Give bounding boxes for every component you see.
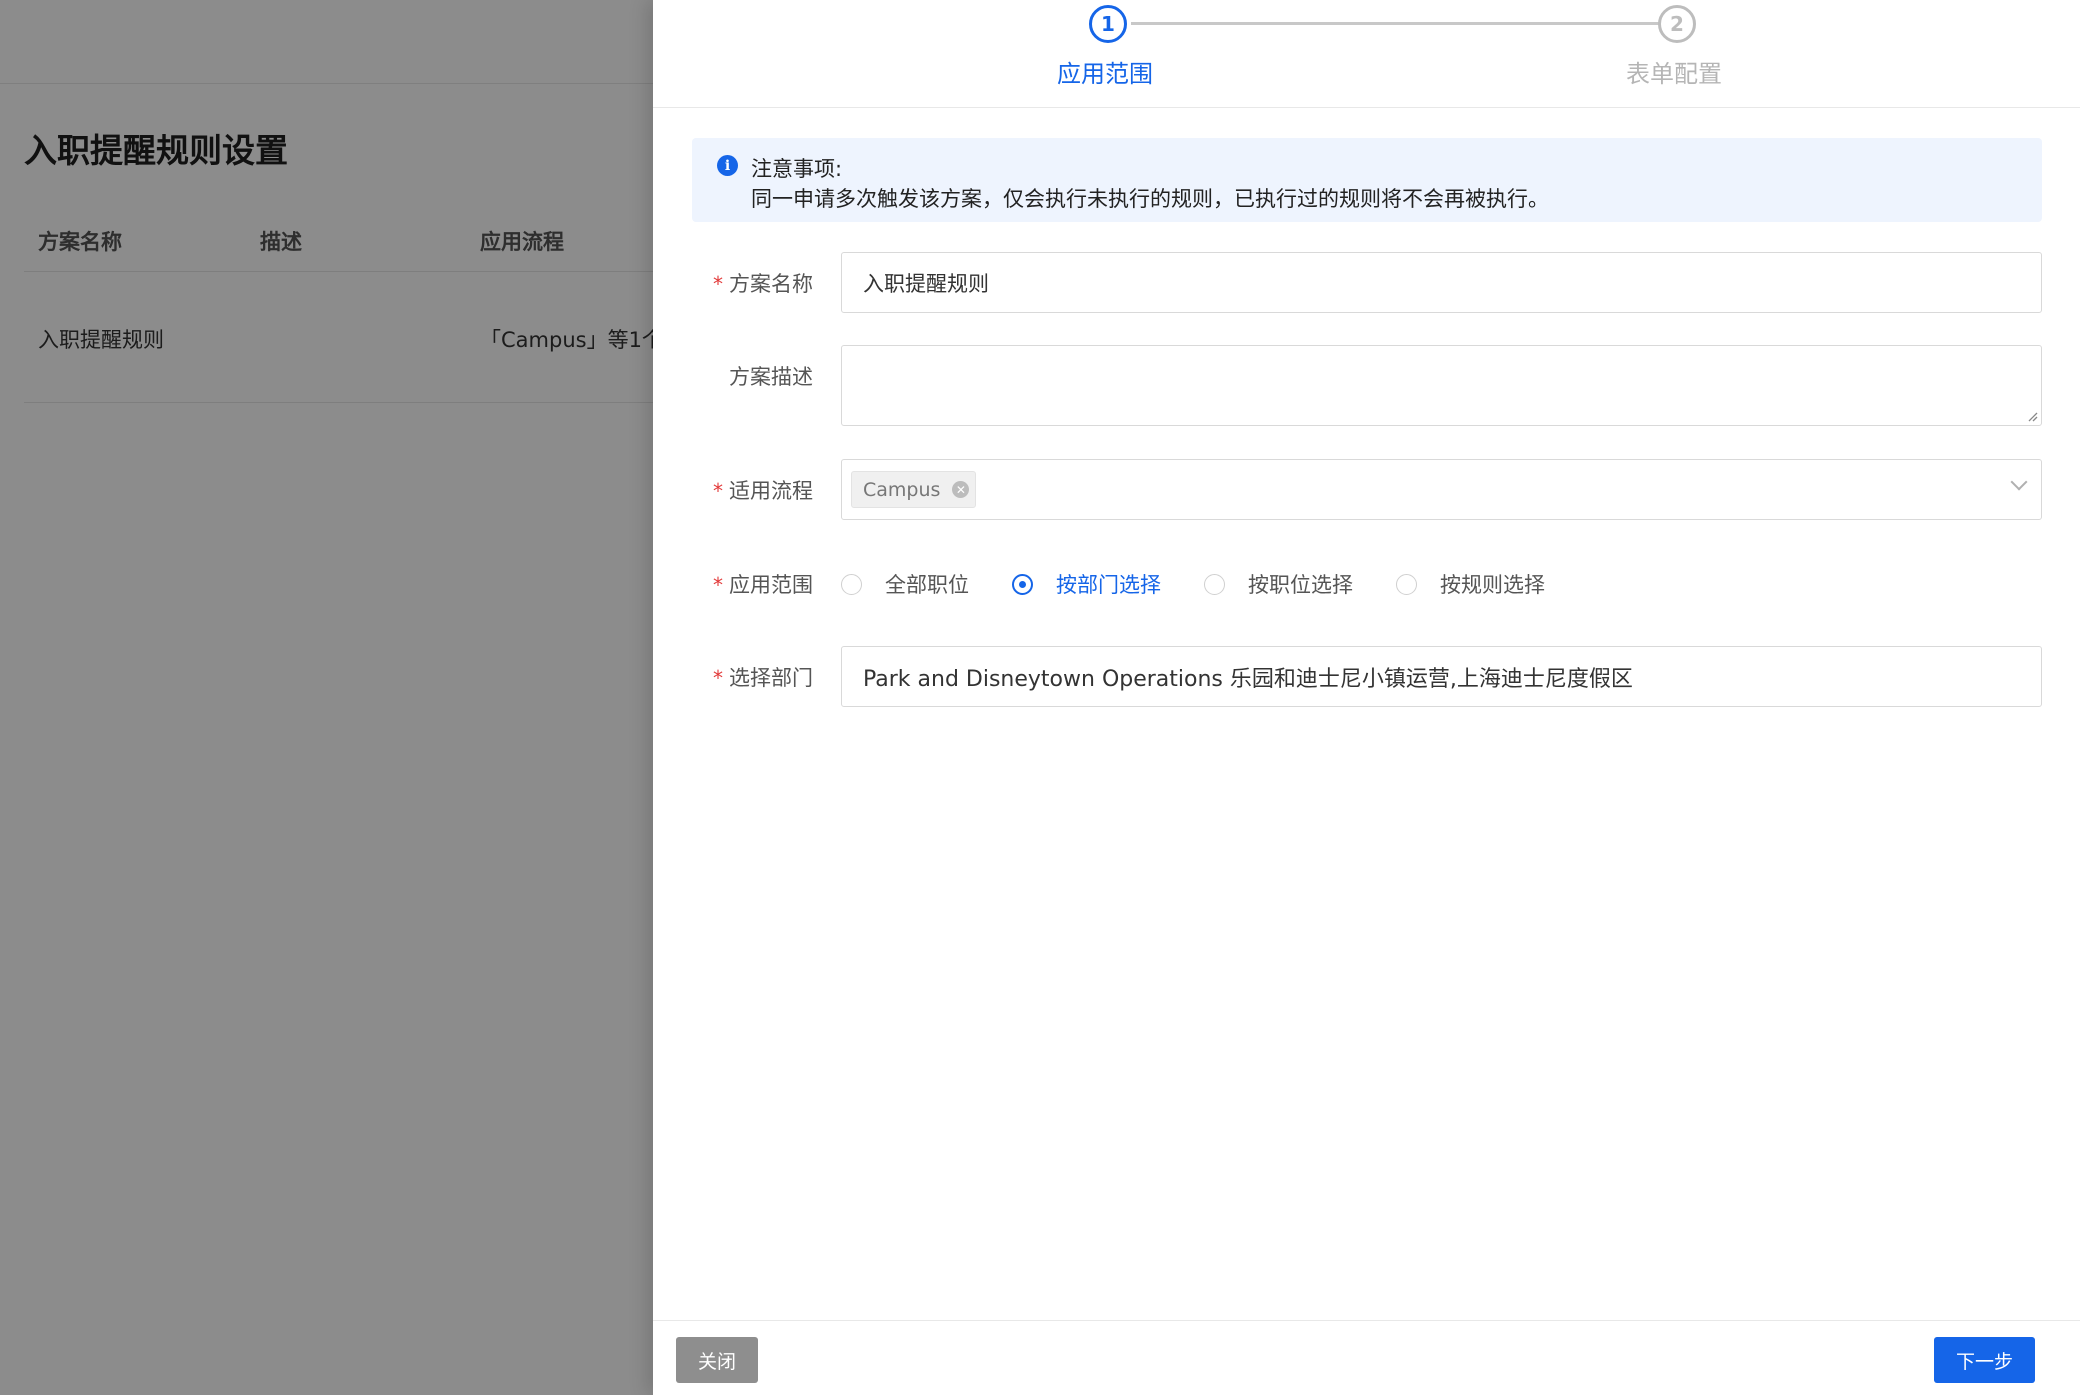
radio-circle[interactable] — [841, 573, 862, 595]
department-input[interactable]: Park and Disneytown Operations 乐园和迪士尼小镇运… — [841, 646, 2042, 707]
plan-name-label: * 方案名称 — [713, 272, 813, 296]
rule-drawer: 1 应用范围 2 表单配置 i 注意事项: 同一申请多次触发该方案，仅会执行未执… — [653, 0, 2080, 1395]
next-button[interactable]: 下一步 — [1934, 1337, 2035, 1383]
step-connector — [1131, 22, 1668, 25]
chevron-down-icon[interactable] — [2010, 473, 2028, 491]
process-select[interactable]: Campus ✕ — [841, 459, 2042, 520]
radio-by-department[interactable]: 按部门选择 — [1012, 569, 1161, 599]
radio-all-positions[interactable]: 全部职位 — [841, 569, 969, 599]
plan-desc-label: 方案描述 — [729, 365, 813, 389]
drawer-footer: 关闭 下一步 — [653, 1320, 2080, 1395]
alert-title: 注意事项: — [751, 157, 843, 181]
step-1-label[interactable]: 应用范围 — [1057, 54, 1153, 89]
app-window: 入职提醒规则设置 方案名称 描述 应用流程 入职提醒规则 「Campus」等1个… — [0, 0, 2080, 1395]
plan-name-input[interactable]: 入职提醒规则 — [841, 252, 2042, 313]
alert-text: 同一申请多次触发该方案，仅会执行未执行的规则，已执行过的规则将不会再被执行。 — [751, 187, 1549, 211]
radio-circle[interactable] — [1396, 573, 1417, 595]
info-icon: i — [717, 155, 738, 176]
process-label: * 适用流程 — [713, 479, 813, 503]
radio-by-rule[interactable]: 按规则选择 — [1396, 569, 1545, 599]
steps-bar: 1 应用范围 2 表单配置 — [653, 0, 2080, 108]
radio-circle[interactable] — [1204, 573, 1225, 595]
process-tag: Campus ✕ — [851, 471, 977, 508]
department-label: * 选择部门 — [713, 666, 813, 690]
step-2-icon: 2 — [1658, 5, 1696, 43]
close-button[interactable]: 关闭 — [676, 1337, 758, 1383]
notice-alert: i 注意事项: 同一申请多次触发该方案，仅会执行未执行的规则，已执行过的规则将不… — [692, 138, 2042, 222]
scope-label: * 应用范围 — [713, 573, 813, 597]
step-1-icon: 1 — [1089, 5, 1127, 43]
close-icon[interactable]: ✕ — [952, 481, 970, 498]
radio-circle-checked[interactable] — [1012, 573, 1033, 595]
radio-by-position[interactable]: 按职位选择 — [1204, 569, 1353, 599]
plan-desc-textarea[interactable] — [841, 345, 2042, 426]
step-2-label[interactable]: 表单配置 — [1626, 54, 1722, 89]
resize-grip-icon[interactable] — [2026, 410, 2038, 422]
